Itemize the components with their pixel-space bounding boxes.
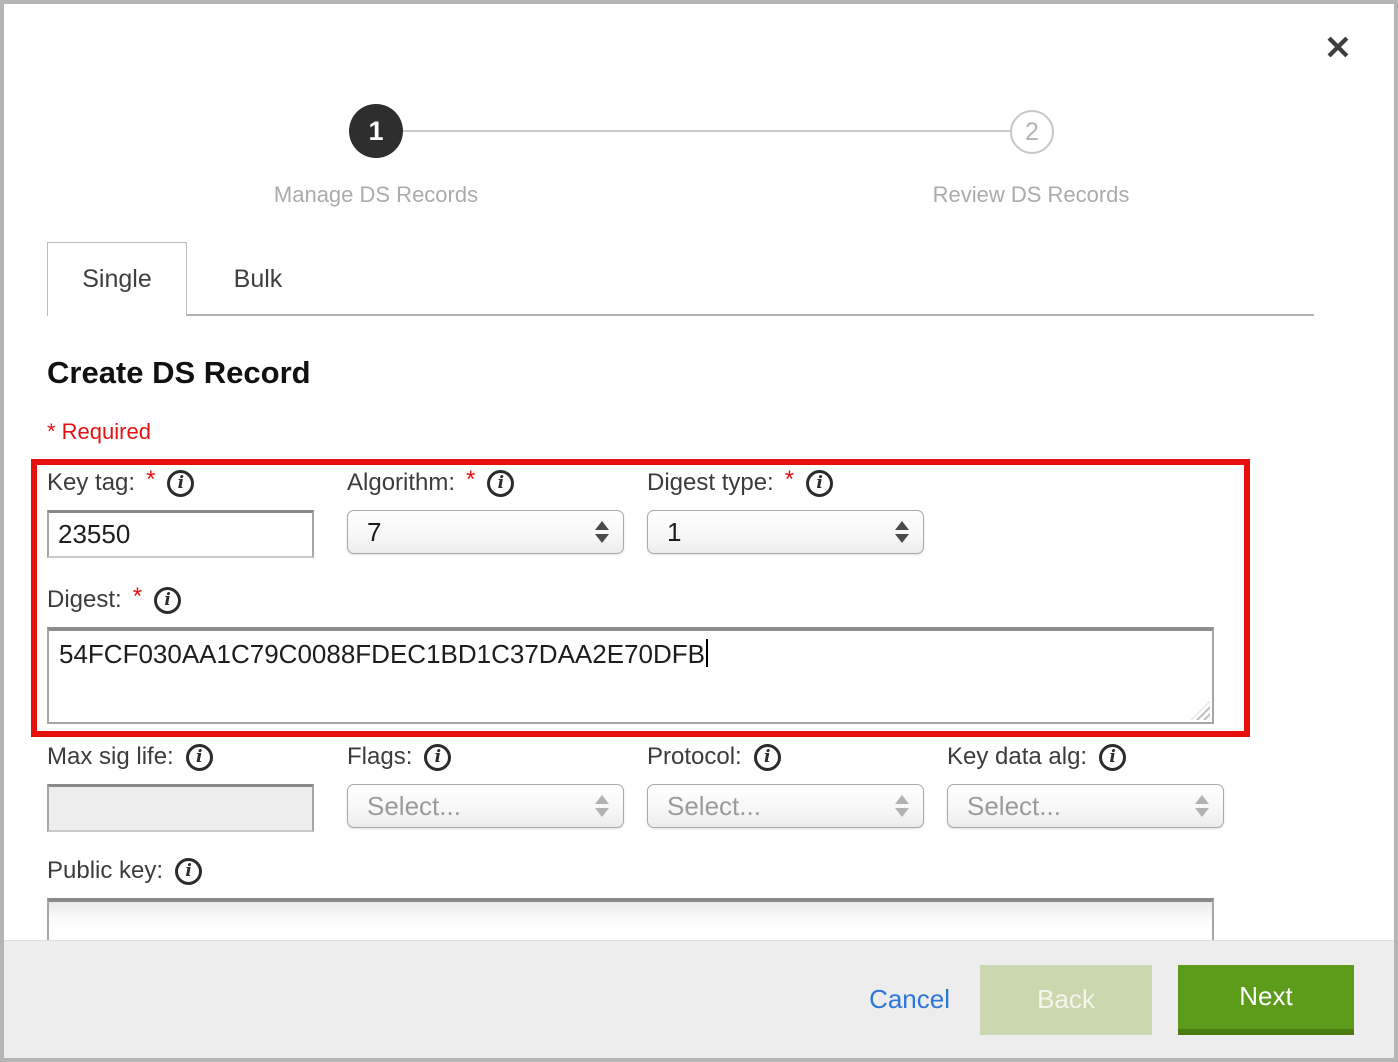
- required-asterisk: *: [466, 466, 475, 494]
- select-stepper-icon: [595, 795, 609, 817]
- tab-bulk[interactable]: Bulk: [188, 242, 328, 316]
- text-caret: [706, 639, 708, 667]
- next-button[interactable]: Next: [1178, 965, 1354, 1035]
- key-data-alg-info-icon[interactable]: i: [1099, 744, 1126, 771]
- max-sig-life-label: Max sig life:: [47, 743, 174, 771]
- digest-label: Digest:: [47, 586, 122, 614]
- step-2-indicator: 2: [1010, 110, 1054, 154]
- required-asterisk: *: [785, 466, 794, 494]
- protocol-select[interactable]: Select...: [647, 784, 924, 828]
- protocol-field-group: Protocol: i Select...: [647, 740, 924, 828]
- algorithm-select[interactable]: 7: [347, 510, 624, 554]
- digest-value: 54FCF030AA1C79C0088FDEC1BD1C37DAA2E70DFB: [59, 639, 705, 669]
- digest-type-field-group: Digest type: * i 1: [647, 466, 924, 554]
- digest-type-info-icon[interactable]: i: [806, 470, 833, 497]
- max-sig-life-field-group: Max sig life: i: [47, 740, 314, 832]
- digest-type-selected-value: 1: [667, 517, 895, 548]
- modal-footer: Cancel Back Next: [4, 940, 1394, 1058]
- digest-field-group: Digest: * i 54FCF030AA1C79C0088FDEC1BD1C…: [47, 583, 1214, 724]
- flags-label: Flags:: [347, 743, 412, 771]
- tab-bar-underline: [186, 314, 1314, 316]
- flags-select[interactable]: Select...: [347, 784, 624, 828]
- digest-textarea[interactable]: 54FCF030AA1C79C0088FDEC1BD1C37DAA2E70DFB: [47, 627, 1214, 724]
- key-data-alg-label: Key data alg:: [947, 743, 1087, 771]
- cancel-button[interactable]: Cancel: [869, 984, 950, 1015]
- algorithm-selected-value: 7: [367, 517, 595, 548]
- create-ds-record-modal: ✕ 1 2 Manage DS Records Review DS Record…: [0, 0, 1398, 1062]
- page-title: Create DS Record: [47, 355, 311, 391]
- digest-type-select[interactable]: 1: [647, 510, 924, 554]
- algorithm-field-group: Algorithm: * i 7: [347, 466, 624, 554]
- algorithm-label: Algorithm:: [347, 469, 455, 497]
- key-data-alg-field-group: Key data alg: i Select...: [947, 740, 1224, 828]
- public-key-label: Public key:: [47, 857, 163, 885]
- protocol-selected-value: Select...: [667, 791, 895, 822]
- required-note: * Required: [47, 419, 151, 445]
- key-data-alg-select[interactable]: Select...: [947, 784, 1224, 828]
- tab-single[interactable]: Single: [47, 242, 187, 316]
- max-sig-life-input[interactable]: [47, 784, 314, 832]
- step-1-indicator: 1: [349, 104, 403, 158]
- max-sig-life-info-icon[interactable]: i: [186, 744, 213, 771]
- required-asterisk: *: [146, 466, 155, 494]
- select-stepper-icon: [595, 521, 609, 543]
- key-data-alg-selected-value: Select...: [967, 791, 1195, 822]
- public-key-info-icon[interactable]: i: [175, 858, 202, 885]
- stepper-connector-line: [376, 130, 1032, 132]
- flags-info-icon[interactable]: i: [424, 744, 451, 771]
- digest-type-label: Digest type:: [647, 469, 774, 497]
- close-button[interactable]: ✕: [1316, 26, 1360, 70]
- step-2-label: Review DS Records: [933, 182, 1130, 208]
- key-tag-field-group: Key tag: * i 23550: [47, 466, 314, 558]
- key-tag-info-icon[interactable]: i: [167, 470, 194, 497]
- select-stepper-icon: [1195, 795, 1209, 817]
- digest-info-icon[interactable]: i: [154, 587, 181, 614]
- resize-handle-icon[interactable]: [1191, 701, 1210, 720]
- step-1-label: Manage DS Records: [274, 182, 478, 208]
- close-icon: ✕: [1324, 29, 1352, 66]
- key-tag-input[interactable]: 23550: [47, 510, 314, 558]
- required-asterisk: *: [133, 583, 142, 611]
- flags-selected-value: Select...: [367, 791, 595, 822]
- flags-field-group: Flags: i Select...: [347, 740, 624, 828]
- key-tag-label: Key tag:: [47, 469, 135, 497]
- back-button[interactable]: Back: [980, 965, 1152, 1035]
- select-stepper-icon: [895, 521, 909, 543]
- algorithm-info-icon[interactable]: i: [487, 470, 514, 497]
- protocol-info-icon[interactable]: i: [754, 744, 781, 771]
- select-stepper-icon: [895, 795, 909, 817]
- key-tag-value: 23550: [58, 519, 130, 550]
- protocol-label: Protocol:: [647, 743, 742, 771]
